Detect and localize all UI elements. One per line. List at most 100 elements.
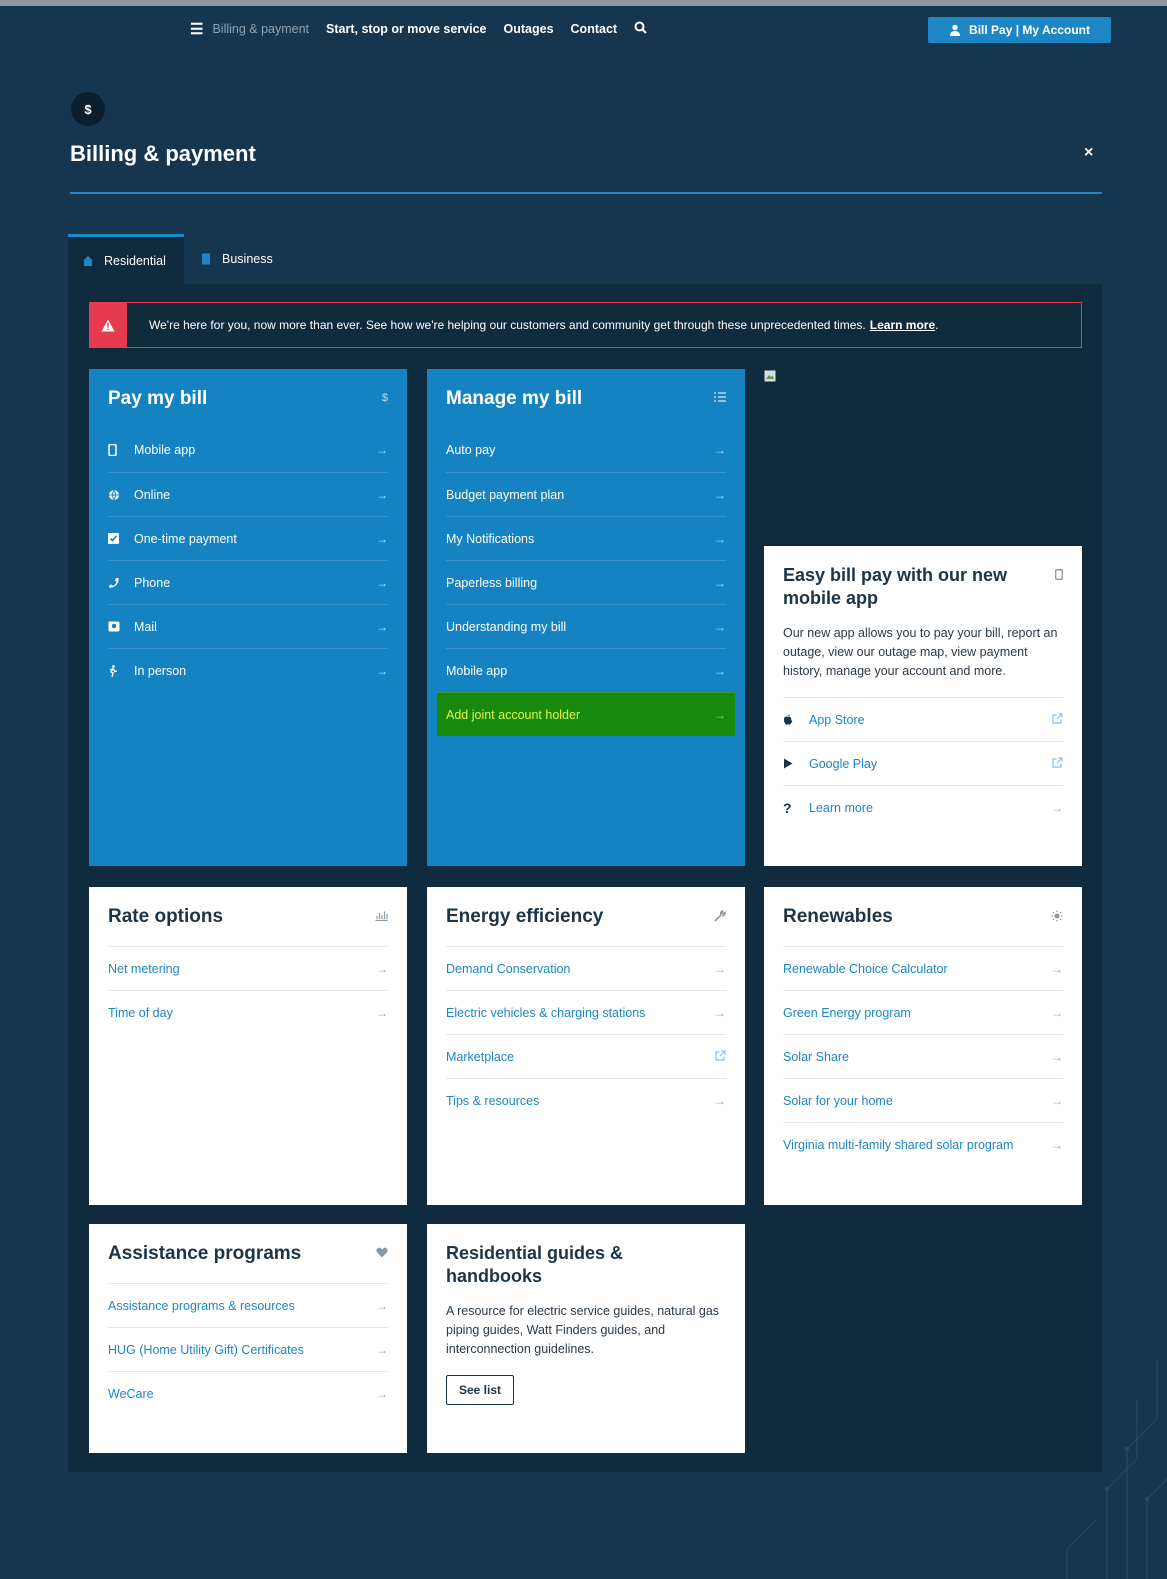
pay-item-label: In person	[134, 663, 187, 678]
arrow-right-icon: →	[714, 1005, 726, 1020]
manage-item-auto-pay[interactable]: Auto pay →	[446, 428, 726, 472]
arrow-right-icon: →	[376, 1298, 388, 1313]
arrow-right-icon: →	[376, 619, 388, 634]
manage-item-label: Understanding my bill	[446, 619, 567, 634]
pay-my-bill-title: Pay my bill	[108, 388, 208, 409]
dollar-icon: $	[71, 92, 105, 126]
apple-icon	[783, 714, 809, 725]
nav-item-billing[interactable]: Billing & payment	[212, 22, 309, 36]
pay-item-one-time-payment[interactable]: One-time payment →	[108, 516, 388, 560]
manage-item-label: Auto pay	[446, 443, 496, 457]
manage-item-my-notifications[interactable]: My Notifications →	[446, 516, 726, 560]
page-title: Billing & payment	[70, 141, 256, 166]
arrow-right-icon: →	[714, 619, 726, 634]
arrow-right-icon: →	[714, 531, 726, 546]
energy-item-tips-resources[interactable]: Tips & resources →	[446, 1078, 726, 1122]
assist-item-wecare[interactable]: WeCare →	[108, 1371, 388, 1415]
rate-item-net-metering[interactable]: Net metering →	[108, 946, 388, 990]
rate-item-time-of-day[interactable]: Time of day →	[108, 990, 388, 1034]
search-icon[interactable]	[634, 21, 647, 37]
nav-item-contact[interactable]: Contact	[571, 22, 618, 36]
header-divider	[70, 192, 1102, 194]
manage-item-paperless-billing[interactable]: Paperless billing →	[446, 560, 726, 604]
walking-person-icon	[108, 664, 134, 677]
renew-item-solar-share[interactable]: Solar Share →	[783, 1034, 1063, 1078]
arrow-right-icon: →	[376, 1386, 388, 1401]
arrow-right-icon: →	[714, 575, 726, 590]
decorative-circuit-pattern	[1066, 1359, 1167, 1579]
energy-item-marketplace[interactable]: Marketplace	[446, 1034, 726, 1078]
manage-item-mobile-app[interactable]: Mobile app →	[446, 648, 726, 692]
google-play-label: Google Play	[809, 756, 878, 771]
arrow-right-icon: →	[376, 531, 388, 546]
renew-item-virginia-shared-solar[interactable]: Virginia multi-family shared solar progr…	[783, 1122, 1063, 1166]
hamburger-menu-icon[interactable]: ☰	[190, 20, 203, 38]
renew-item-choice-calculator[interactable]: Renewable Choice Calculator →	[783, 946, 1063, 990]
pay-item-label: Mobile app	[134, 443, 196, 457]
renew-item-label: Green Energy program	[783, 1005, 911, 1020]
app-store-link[interactable]: App Store	[783, 697, 1063, 741]
tab-residential[interactable]: Residential	[68, 234, 184, 284]
tab-business[interactable]: Business	[186, 234, 296, 284]
assist-item-programs-resources[interactable]: Assistance programs & resources →	[108, 1283, 388, 1327]
pay-item-online[interactable]: Online →	[108, 472, 388, 516]
arrow-right-icon: →	[376, 443, 388, 457]
pay-item-in-person[interactable]: In person →	[108, 648, 388, 692]
alert-learn-more-link[interactable]: Learn more	[870, 318, 935, 332]
rate-item-label: Time of day	[108, 1005, 173, 1020]
google-play-link[interactable]: Google Play	[783, 741, 1063, 785]
arrow-right-icon: →	[1051, 1049, 1063, 1064]
nav-item-start-stop[interactable]: Start, stop or move service	[326, 22, 486, 36]
external-link-icon	[1052, 756, 1063, 771]
manage-item-budget-payment-plan[interactable]: Budget payment plan →	[446, 472, 726, 516]
renewables-title: Renewables	[783, 906, 893, 927]
manage-item-label: Add joint account holder	[446, 707, 581, 722]
sun-icon	[1051, 910, 1063, 925]
pay-item-mobile-app[interactable]: Mobile app →	[108, 428, 388, 472]
alert-text: We're here for you, now more than ever. …	[149, 318, 939, 332]
rate-options-card: Rate options Net metering → Time of day →	[89, 887, 407, 1205]
heart-icon	[376, 1247, 388, 1261]
renew-item-solar-home[interactable]: Solar for your home →	[783, 1078, 1063, 1122]
manage-item-understanding-my-bill[interactable]: Understanding my bill →	[446, 604, 726, 648]
building-icon	[202, 253, 210, 265]
nav-item-outages[interactable]: Outages	[504, 22, 554, 36]
manage-item-add-joint-account-holder[interactable]: Add joint account holder →	[437, 692, 735, 736]
mobile-app-promo-card: Easy bill pay with our new mobile app Ou…	[764, 546, 1082, 866]
energy-item-electric-vehicles[interactable]: Electric vehicles & charging stations →	[446, 990, 726, 1034]
pay-item-label: Phone	[134, 575, 171, 590]
renew-item-green-energy[interactable]: Green Energy program →	[783, 990, 1063, 1034]
external-link-icon	[1052, 712, 1063, 727]
phone-icon	[108, 577, 134, 589]
arrow-right-icon: →	[376, 1005, 388, 1020]
broken-image-icon	[764, 370, 776, 382]
bill-pay-my-account-button[interactable]: Bill Pay | My Account	[928, 17, 1111, 43]
rate-item-label: Net metering	[108, 961, 180, 976]
arrow-right-icon: →	[376, 961, 388, 976]
energy-item-demand-conservation[interactable]: Demand Conservation →	[446, 946, 726, 990]
assistance-programs-card: Assistance programs Assistance programs …	[89, 1224, 407, 1453]
arrow-right-icon: →	[1051, 800, 1063, 815]
pay-item-phone[interactable]: Phone →	[108, 560, 388, 604]
alert-banner: We're here for you, now more than ever. …	[89, 302, 1082, 348]
assist-item-hug-certificates[interactable]: HUG (Home Utility Gift) Certificates →	[108, 1327, 388, 1371]
arrow-right-icon: →	[376, 487, 388, 502]
assistance-programs-title: Assistance programs	[108, 1243, 302, 1264]
pay-item-mail[interactable]: Mail →	[108, 604, 388, 648]
mobile-app-description: Our new app allows you to pay your bill,…	[783, 626, 1058, 678]
house-icon	[83, 255, 93, 266]
energy-item-label: Tips & resources	[446, 1093, 540, 1108]
arrow-right-icon: →	[714, 443, 726, 457]
external-link-icon	[715, 1049, 726, 1064]
chart-icon	[375, 910, 388, 924]
arrow-right-icon: →	[714, 707, 726, 722]
checkbox-icon	[108, 533, 134, 544]
arrow-right-icon: →	[714, 487, 726, 502]
see-list-button[interactable]: See list	[446, 1375, 515, 1405]
manage-my-bill-title: Manage my bill	[446, 388, 583, 409]
assist-item-label: HUG (Home Utility Gift) Certificates	[108, 1342, 304, 1357]
list-icon	[714, 392, 726, 405]
question-mark-icon: ?	[783, 799, 792, 816]
app-learn-more-link[interactable]: ? Learn more →	[783, 785, 1063, 829]
close-icon[interactable]: ×	[1084, 144, 1093, 162]
